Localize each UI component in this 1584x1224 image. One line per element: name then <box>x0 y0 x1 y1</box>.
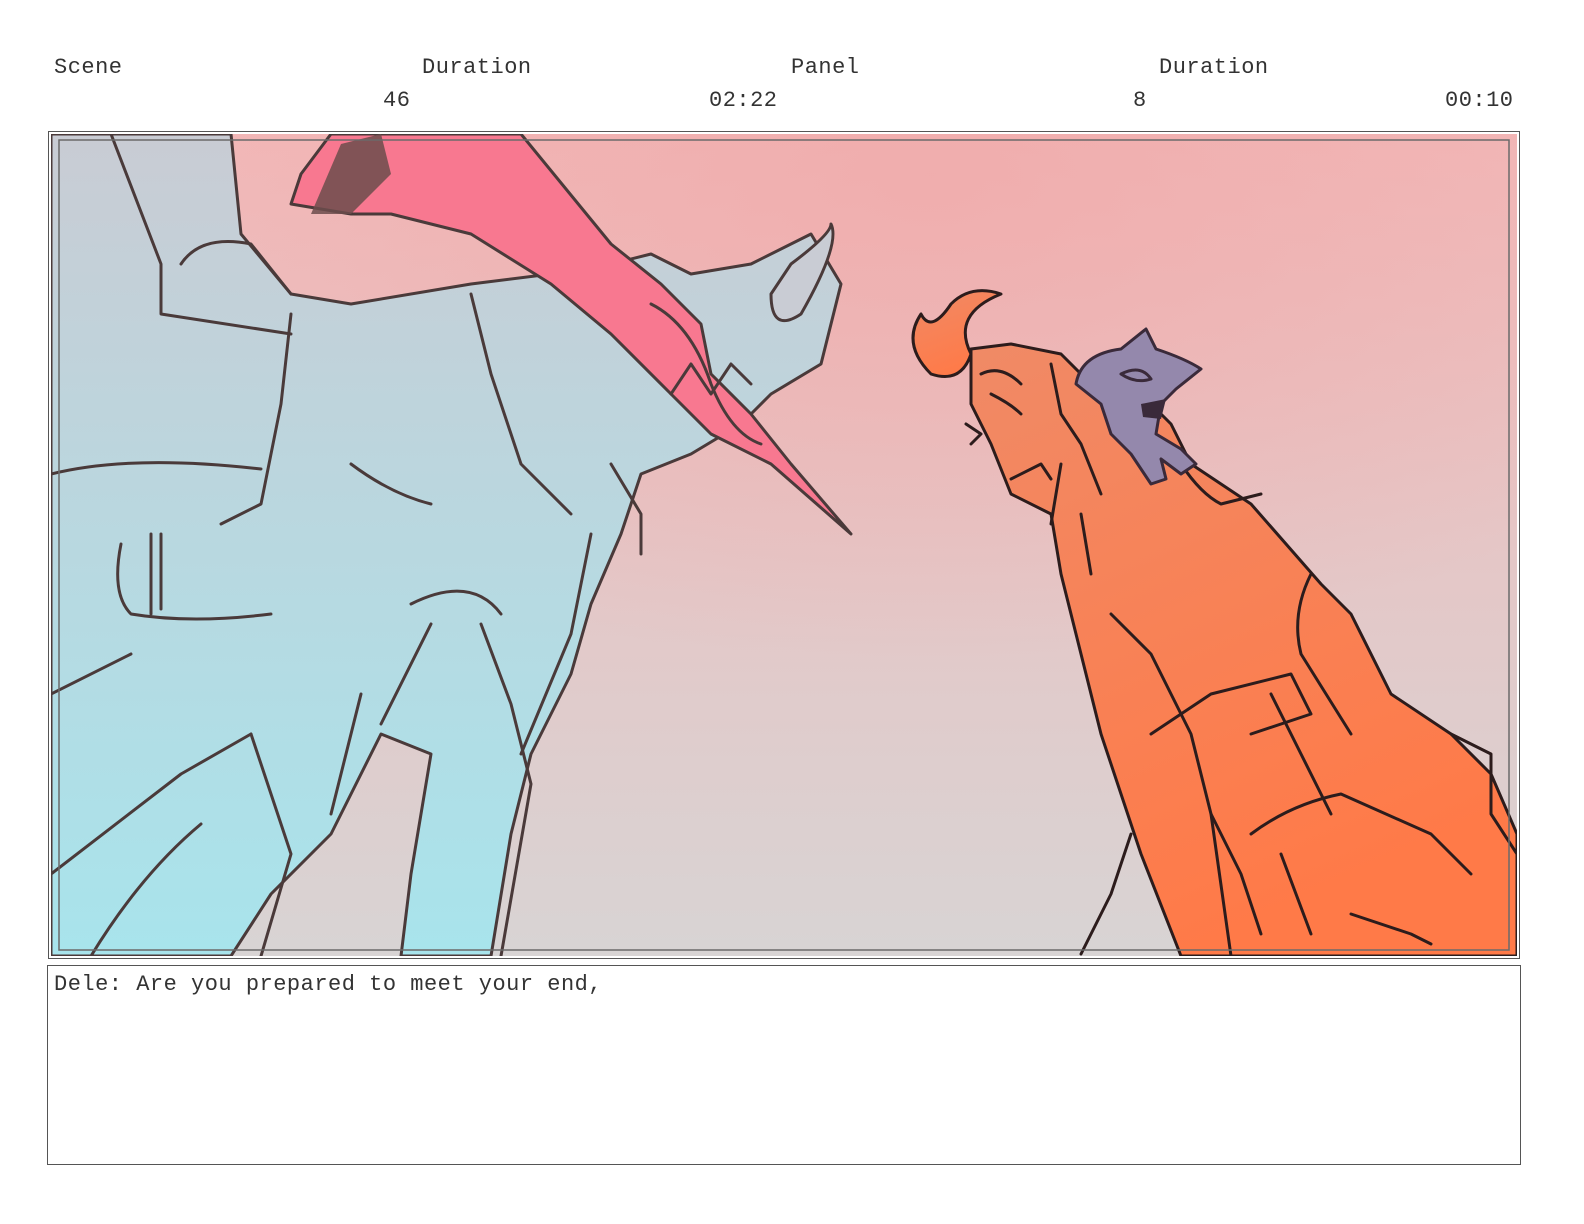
panel-illustration <box>51 134 1517 956</box>
panel-duration-value: 00:10 <box>1445 88 1514 113</box>
storyboard-panel <box>48 131 1520 959</box>
panel-label: Panel <box>791 55 860 80</box>
scene-duration-value: 02:22 <box>709 88 778 113</box>
dialogue-box: Dele: Are you prepared to meet your end, <box>47 965 1521 1165</box>
scene-label: Scene <box>54 55 123 80</box>
panel-number: 8 <box>1133 88 1147 113</box>
dialogue-text: Dele: Are you prepared to meet your end, <box>54 972 603 997</box>
panel-duration-label: Duration <box>1159 55 1269 80</box>
scene-duration-label: Duration <box>422 55 532 80</box>
scene-number: 46 <box>383 88 411 113</box>
